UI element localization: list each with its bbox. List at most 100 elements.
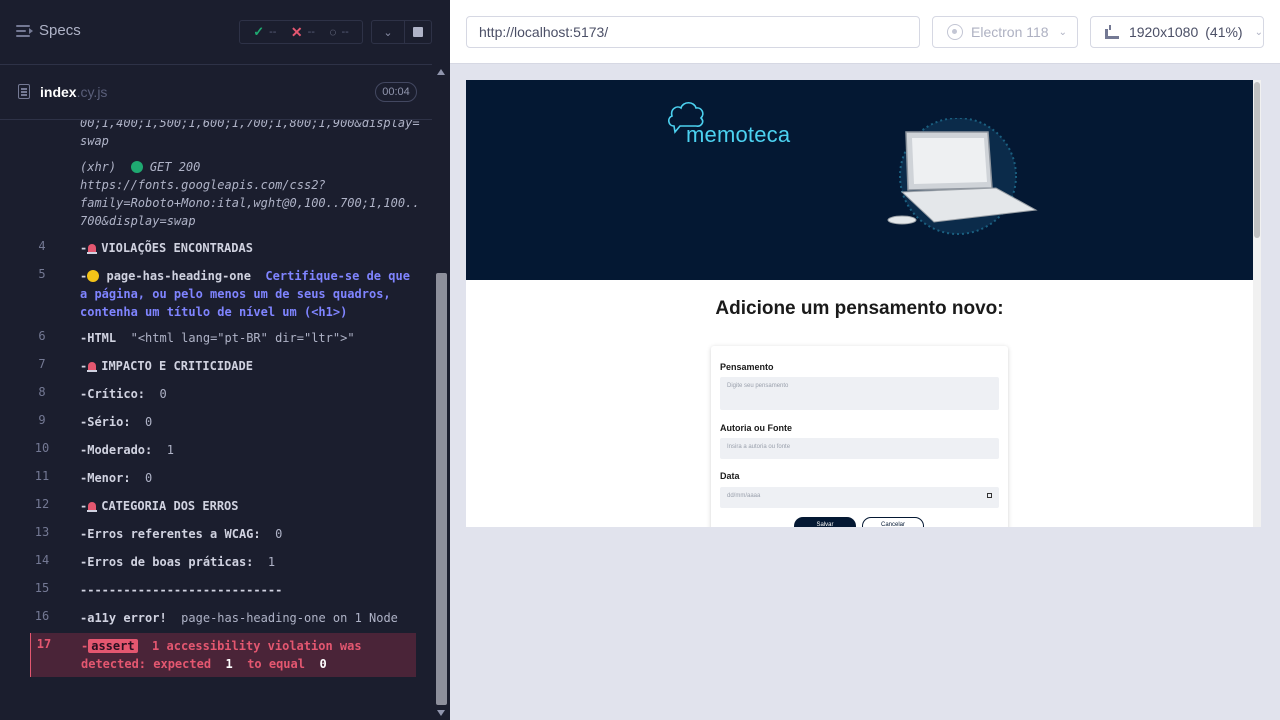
aut-header: http://localhost:5173/ Electron 118 ⌄ 19… bbox=[450, 0, 1280, 64]
command-number: 17 bbox=[36, 637, 52, 651]
xhr-url: 700&display=swap bbox=[80, 214, 196, 228]
browser-name: Electron 118 bbox=[971, 24, 1049, 40]
chevron-down-icon: ⌄ bbox=[1058, 26, 1067, 38]
xhr-url: family=Roboto+Mono:ital,wght@0,100..700;… bbox=[80, 196, 420, 210]
command-number: 16 bbox=[34, 609, 50, 623]
xhr-status: GET 200 bbox=[149, 160, 201, 174]
assert-actual: 0 bbox=[319, 657, 327, 671]
date-input[interactable]: dd/mm/aaaa bbox=[720, 487, 999, 508]
command-number: 14 bbox=[34, 553, 50, 567]
command-text: Sério: bbox=[87, 415, 131, 429]
command-number: 15 bbox=[34, 581, 50, 595]
command-text: Crítico: bbox=[87, 387, 146, 401]
page-heading: Adicione um pensamento novo: bbox=[715, 298, 1004, 319]
command-text: page-has-heading-one bbox=[106, 269, 251, 283]
spec-timer: 00:04 bbox=[375, 82, 417, 102]
command-number: 7 bbox=[38, 357, 46, 371]
failed-count: -- bbox=[307, 26, 315, 38]
command-log: 00;1,400;1,500;1,600;1,700;1,800;1,900&d… bbox=[30, 120, 420, 690]
warning-dot-icon bbox=[87, 270, 100, 282]
chevron-down-icon[interactable]: ⌄ bbox=[371, 20, 405, 44]
command-number: 8 bbox=[38, 385, 46, 399]
command-text: a11y error! bbox=[87, 611, 167, 625]
assert-expected: 1 bbox=[225, 657, 233, 671]
calendar-icon[interactable] bbox=[987, 493, 992, 498]
stop-icon bbox=[413, 27, 423, 37]
spec-file-name[interactable]: index.cy.js bbox=[40, 84, 107, 100]
document-icon bbox=[18, 84, 30, 99]
save-button[interactable]: Salvar bbox=[794, 517, 856, 527]
command-text: Menor: bbox=[87, 471, 131, 485]
app-preview[interactable]: memoteca Adicione um pensamento novo: Pe… bbox=[466, 80, 1261, 527]
spec-name-text: index bbox=[40, 84, 77, 100]
passed-count: -- bbox=[269, 26, 277, 38]
log-scrollbar[interactable] bbox=[433, 65, 450, 720]
app-scrollbar[interactable] bbox=[1253, 80, 1261, 527]
browser-selector[interactable]: Electron 118 ⌄ bbox=[932, 16, 1078, 48]
app-scroll-thumb[interactable] bbox=[1254, 82, 1260, 238]
reporter-topbar: Specs ✓ -- ✕ -- ◌ -- ⌄ bbox=[0, 0, 432, 65]
spinner-icon: ◌ bbox=[329, 25, 337, 39]
log-continuation-line: 00;1,400;1,500;1,600;1,700;1,800;1,900&d… bbox=[80, 120, 420, 130]
status-dot-icon bbox=[130, 161, 143, 173]
cancel-button[interactable]: Cancelar bbox=[862, 517, 924, 527]
thought-form: Pensamento Digite seu pensamento Autoria… bbox=[711, 346, 1008, 527]
command-value: 1 bbox=[166, 443, 174, 457]
command-value: "<html lang="pt-BR" dir="ltr">" bbox=[130, 331, 355, 345]
command-text: HTML bbox=[87, 331, 117, 345]
author-label: Autoria ou Fonte bbox=[720, 423, 792, 433]
specs-button[interactable]: Specs bbox=[16, 22, 81, 39]
command-number: 5 bbox=[38, 267, 46, 281]
command-text: Moderado: bbox=[87, 443, 153, 457]
command-text: Erros referentes a WCAG: bbox=[87, 527, 261, 541]
command-text: CATEGORIA DOS ERROS bbox=[101, 499, 239, 513]
reporter-panel: Specs ✓ -- ✕ -- ◌ -- ⌄ index.cy.js 00:04 bbox=[0, 0, 450, 720]
app-main: Adicione um pensamento novo: Pensamento … bbox=[466, 280, 1253, 527]
command-value: 1 bbox=[267, 555, 276, 569]
command-text: IMPACTO E CRITICIDADE bbox=[101, 359, 253, 373]
laptop-image bbox=[887, 118, 1038, 235]
assert-message: to equal bbox=[247, 657, 305, 671]
specs-label: Specs bbox=[39, 22, 81, 39]
siren-icon bbox=[87, 242, 98, 254]
chevron-down-icon: ⌄ bbox=[1254, 26, 1263, 38]
stop-button[interactable] bbox=[405, 20, 432, 44]
author-placeholder: Insira a autoria ou fonte bbox=[727, 444, 791, 450]
viewport-selector[interactable]: 1920x1080 (41%) ⌄ bbox=[1090, 16, 1264, 48]
command-number: 9 bbox=[38, 413, 46, 427]
date-label: Data bbox=[720, 471, 740, 481]
command-text: VIOLAÇÕES ENCONTRADAS bbox=[101, 241, 253, 255]
siren-icon bbox=[87, 500, 98, 512]
command-text: --------------------------- bbox=[87, 583, 283, 597]
spec-header: index.cy.js 00:04 bbox=[0, 65, 432, 120]
scroll-down-icon[interactable] bbox=[437, 710, 445, 716]
scroll-up-icon[interactable] bbox=[437, 69, 445, 75]
spec-ext-text: .cy.js bbox=[76, 84, 108, 100]
siren-icon bbox=[87, 360, 98, 372]
ruler-icon bbox=[1105, 25, 1119, 39]
run-stats: ✓ -- ✕ -- ◌ -- bbox=[239, 20, 363, 44]
command-number: 6 bbox=[38, 329, 46, 343]
thought-textarea[interactable]: Digite seu pensamento bbox=[720, 377, 999, 410]
url-text: http://localhost:5173/ bbox=[479, 24, 609, 40]
command-value: 0 bbox=[275, 527, 283, 541]
author-input[interactable]: Insira a autoria ou fonte bbox=[720, 438, 999, 459]
assert-tag: assert bbox=[88, 639, 138, 653]
pending-count: -- bbox=[341, 26, 349, 38]
failed-command-row[interactable]: 17 - assert 1 accessibility violation was… bbox=[30, 633, 416, 677]
command-number: 11 bbox=[34, 469, 50, 483]
command-value: 0 bbox=[145, 415, 153, 429]
check-icon: ✓ bbox=[253, 24, 265, 39]
assert-message: detected: expected bbox=[81, 657, 212, 671]
passed-stat: ✓ -- bbox=[253, 24, 276, 40]
command-value: 0 bbox=[145, 471, 153, 485]
url-bar[interactable]: http://localhost:5173/ bbox=[466, 16, 920, 48]
electron-icon bbox=[947, 24, 963, 40]
x-icon: ✕ bbox=[290, 23, 303, 40]
scroll-thumb[interactable] bbox=[436, 273, 447, 705]
command-number: 10 bbox=[34, 441, 50, 455]
menu-icon bbox=[16, 24, 33, 37]
command-number: 4 bbox=[38, 239, 46, 253]
viewport-size: 1920x1080 bbox=[1128, 24, 1199, 40]
xhr-url: https://fonts.googleapis.com/css2? bbox=[80, 178, 326, 192]
